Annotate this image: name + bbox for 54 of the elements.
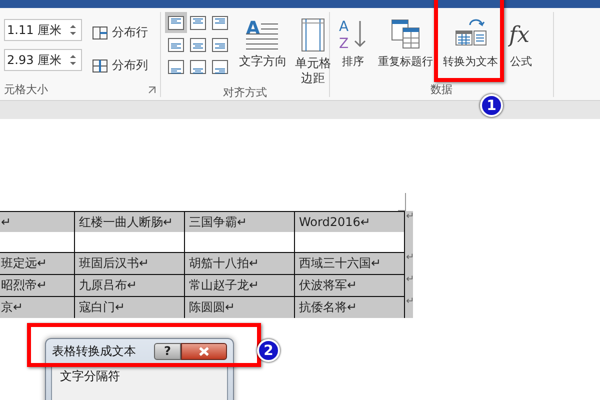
close-button[interactable]	[181, 342, 227, 360]
row-end-mark: ↵	[404, 252, 413, 274]
ribbon-button-label[interactable]: 单元格	[295, 56, 331, 71]
table-cell: 昭烈帝↵	[0, 274, 75, 297]
ribbon-button[interactable]: 转换为文本	[443, 12, 498, 69]
number-field[interactable]: 1.11 厘米	[4, 19, 82, 41]
spinner-icon[interactable]	[69, 23, 77, 37]
cell-margins-icon	[301, 18, 325, 52]
align-icon	[167, 58, 185, 74]
distribute-rows-icon	[92, 26, 108, 40]
ribbon-button[interactable]: A Z 排序	[338, 12, 368, 69]
group-label: 数据	[430, 83, 454, 97]
table-cell: 伏波将军↵	[294, 274, 405, 297]
number-field[interactable]: 2.93 厘米	[4, 49, 82, 71]
table-cell: 陈圆圆↵	[184, 296, 295, 318]
align-icon	[211, 58, 229, 74]
table-cell: 西域三十六国↵	[294, 252, 405, 275]
formula-icon: fx	[508, 18, 534, 50]
align-icon	[167, 36, 185, 52]
table-cell: 九原吕布↵	[74, 274, 185, 297]
spinner-icon[interactable]	[69, 53, 77, 67]
ribbon-button[interactable]: A 文字方向	[239, 12, 287, 69]
align-icon	[189, 36, 207, 52]
distribute-button[interactable]: 分布行	[90, 22, 150, 43]
close-icon	[199, 346, 209, 356]
distribute-button[interactable]: 分布列	[90, 55, 150, 76]
table-cell: 常山赵子龙↵	[184, 274, 295, 297]
repeat-header-icon	[390, 18, 420, 50]
table-cell: 寇白门↵	[74, 296, 185, 318]
dialog-launcher-icon[interactable]	[148, 86, 156, 94]
table-cell: 班定远↵	[0, 252, 75, 275]
table-cell: 京↵	[0, 296, 75, 318]
align-icon	[211, 14, 229, 30]
align-icon	[189, 14, 207, 30]
section-title: 文字分隔符	[60, 368, 120, 385]
ribbon-button[interactable]: fx 公式	[508, 12, 534, 69]
row-end-mark: ↵	[404, 274, 413, 296]
row-end-mark: ↵	[404, 211, 413, 252]
align-icon	[211, 36, 229, 52]
table-cell: 抗倭名将↵	[294, 296, 405, 318]
table-cell: 胡笳十八拍↵	[184, 252, 295, 275]
step-number: 2	[257, 339, 280, 362]
align-icon	[167, 14, 185, 30]
help-button[interactable]: ?	[154, 342, 181, 360]
table-cell: 班固后汉书↵	[74, 252, 185, 275]
dialog-title: 表格转换成文本	[52, 342, 137, 360]
group-label: 对齐方式	[222, 86, 268, 100]
group-label: 元格大小	[4, 83, 48, 97]
alignment-button[interactable]	[165, 12, 187, 33]
row-end-mark: ↵	[404, 296, 413, 318]
ribbon-button[interactable]: 重复标题行	[378, 12, 433, 69]
ribbon-button-label[interactable]: 边距	[301, 71, 325, 86]
align-icon	[189, 58, 207, 74]
distribute-columns-icon	[92, 58, 108, 72]
